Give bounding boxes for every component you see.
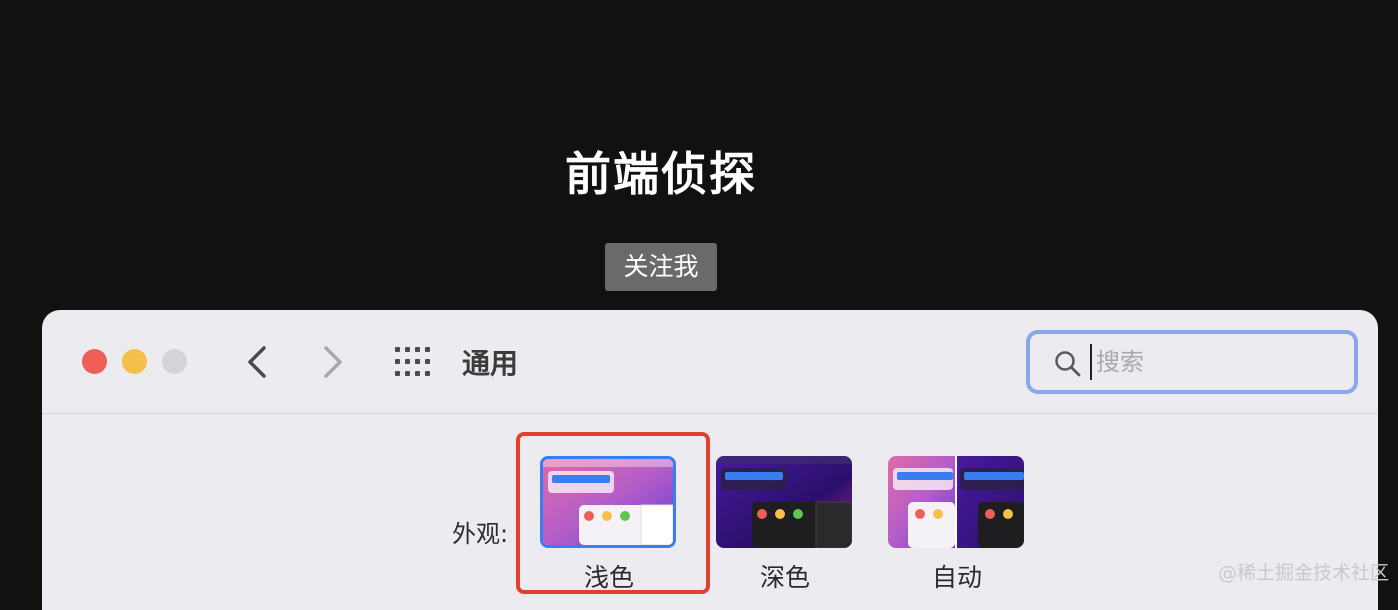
appearance-label: 外观: bbox=[452, 520, 509, 548]
search-input[interactable] bbox=[1090, 344, 1330, 380]
section-title: 通用 bbox=[462, 347, 519, 380]
minimize-window-button[interactable] bbox=[122, 349, 147, 374]
appearance-option-label: 深色 bbox=[759, 563, 810, 592]
close-window-button[interactable] bbox=[82, 349, 107, 374]
auto-wallpaper-preview bbox=[888, 456, 1024, 548]
watermark: @稀土掘金技术社区 bbox=[1218, 562, 1390, 584]
appearance-option-dark[interactable]: 深色 bbox=[716, 456, 854, 594]
search-icon bbox=[1055, 351, 1081, 377]
appearance-option-auto[interactable]: 自动 bbox=[888, 456, 1026, 594]
chevron-left-icon[interactable] bbox=[242, 344, 272, 380]
appearance-option-label: 自动 bbox=[931, 563, 982, 592]
search-field[interactable] bbox=[1026, 330, 1358, 394]
light-wallpaper-preview bbox=[543, 459, 673, 545]
appearance-option-light[interactable]: 浅色 bbox=[540, 456, 678, 594]
light-theme-thumbnail[interactable] bbox=[540, 456, 676, 548]
settings-window: 通用 外观: bbox=[42, 310, 1378, 610]
auto-theme-thumbnail[interactable] bbox=[888, 456, 1024, 548]
grid-icon[interactable] bbox=[395, 347, 431, 377]
dark-theme-thumbnail[interactable] bbox=[716, 456, 852, 548]
zoom-window-button[interactable] bbox=[162, 349, 187, 374]
appearance-option-label: 浅色 bbox=[583, 563, 634, 592]
chevron-right-icon[interactable] bbox=[318, 344, 348, 380]
page-title: 前端侦探 bbox=[565, 147, 757, 201]
window-toolbar: 通用 bbox=[42, 310, 1378, 414]
dark-wallpaper-preview bbox=[716, 456, 852, 548]
follow-button[interactable]: 关注我 bbox=[605, 243, 717, 291]
